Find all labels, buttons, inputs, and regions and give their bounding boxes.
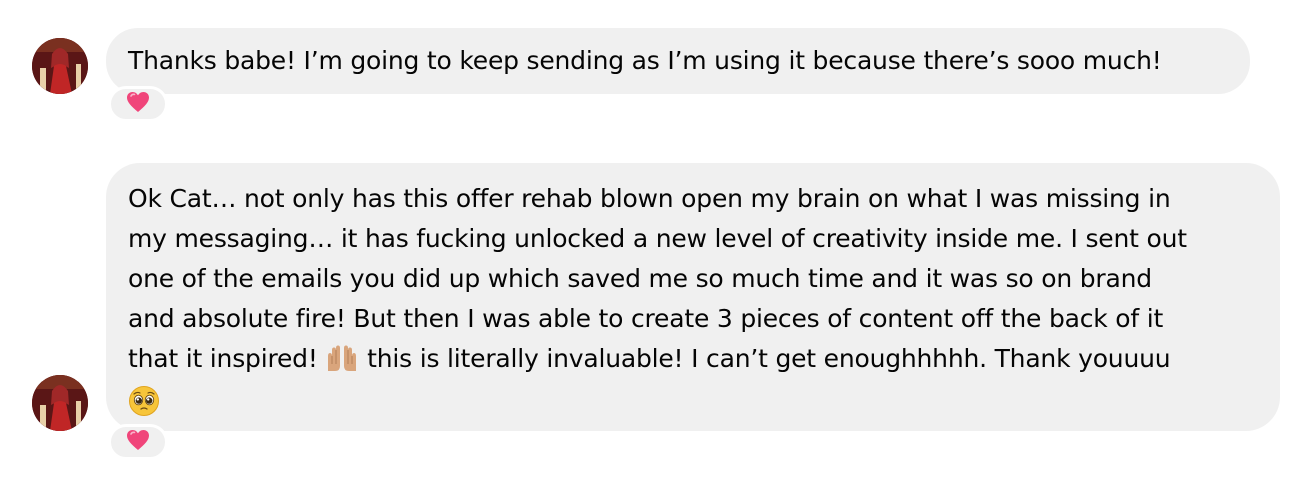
raising-hands-emoji-icon [325,344,359,384]
pleading-face-emoji-icon [128,385,160,429]
heart-reaction-icon [126,429,150,455]
message-text: that it inspired! [128,344,318,373]
message-line: one of the emails you did up which saved… [128,264,1152,293]
avatar[interactable] [32,375,88,431]
message-line: and absolute fire! But then I was able t… [128,304,1164,333]
avatar[interactable] [32,38,88,94]
message-line: that it inspired! this is literally inva… [128,339,1258,384]
reaction-badge[interactable] [108,86,168,122]
message-line [128,384,1258,429]
message-text: this is literally invaluable! I can’t ge… [367,344,1171,373]
message-bubble[interactable]: Thanks babe! I’m going to keep sending a… [106,28,1250,94]
message-bubble[interactable]: Ok Cat… not only has this offer rehab bl… [106,163,1280,431]
message-text: Thanks babe! I’m going to keep sending a… [128,46,1162,75]
message-line: Ok Cat… not only has this offer rehab bl… [128,184,1171,213]
reaction-badge[interactable] [108,424,168,460]
message-line: my messaging… it has fucking unlocked a … [128,224,1187,253]
heart-reaction-icon [126,91,150,117]
